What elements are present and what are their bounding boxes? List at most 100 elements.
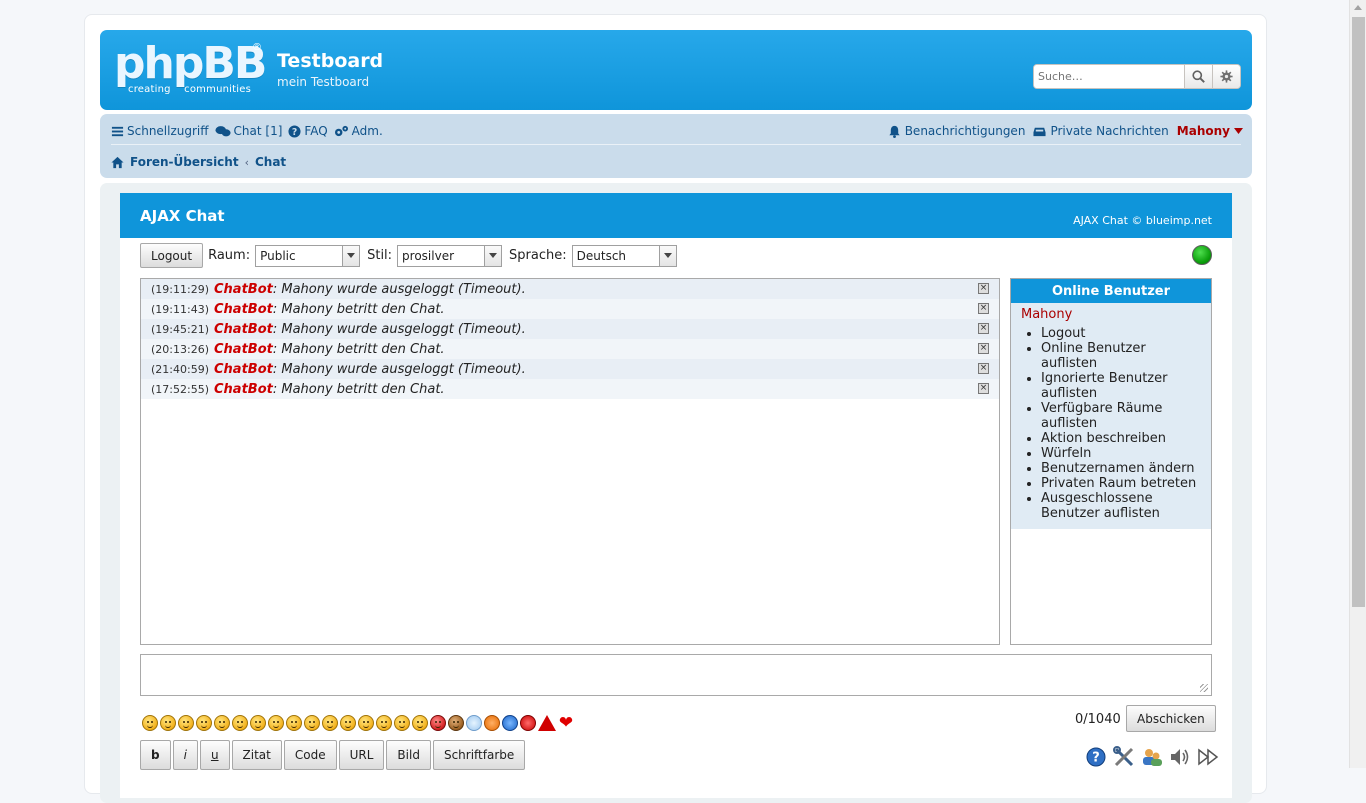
breadcrumb-home[interactable]: Foren-Übersicht <box>130 155 239 169</box>
home-icon <box>111 156 124 168</box>
warning-icon[interactable] <box>538 715 556 731</box>
page-wrapper: phpBB ® creating communities Testboard m… <box>84 14 1267 803</box>
speaker-icon[interactable] <box>1169 746 1191 768</box>
language-select[interactable]: Deutsch <box>571 244 677 267</box>
message-time: (19:45:21) <box>151 322 209 336</box>
monkey-icon[interactable] <box>448 715 464 731</box>
send-button[interactable]: Abschicken <box>1126 705 1216 732</box>
user-menu-list: Logout Online Benutzer auflisten Ignorie… <box>1021 326 1201 521</box>
room-label: Raum: <box>208 248 251 263</box>
surprised-icon[interactable] <box>250 715 266 731</box>
exclamation-icon[interactable] <box>484 715 500 731</box>
code-button[interactable]: Code <box>283 740 337 770</box>
message-user[interactable]: ChatBot <box>214 282 273 297</box>
advanced-search-button[interactable] <box>1212 65 1240 88</box>
breadcrumb-current[interactable]: Chat <box>255 155 286 169</box>
scroll-thumb[interactable] <box>1352 17 1365 607</box>
delete-message-icon[interactable]: × <box>978 343 989 354</box>
question-icon[interactable] <box>502 715 518 731</box>
resize-grip-icon[interactable] <box>1200 684 1208 692</box>
chat-title: AJAX Chat <box>140 207 225 225</box>
autoscroll-icon[interactable] <box>1197 746 1219 768</box>
url-button[interactable]: URL <box>338 740 385 770</box>
image-button[interactable]: Bild <box>386 740 431 770</box>
style-select[interactable]: prosilver <box>397 244 503 267</box>
angry-icon[interactable] <box>376 715 392 731</box>
chat-link[interactable]: Chat [1] <box>214 124 282 138</box>
user-menu-item[interactable]: Aktion beschreiben <box>1041 431 1201 446</box>
message-user[interactable]: ChatBot <box>214 382 273 397</box>
faq-link[interactable]: ? FAQ <box>288 124 328 138</box>
cool-icon[interactable] <box>322 715 338 731</box>
heart-icon[interactable]: ❤ <box>558 715 574 732</box>
message-user[interactable]: ChatBot <box>214 322 273 337</box>
help-icon[interactable]: ? <box>1085 746 1107 768</box>
delete-message-icon[interactable]: × <box>978 383 989 394</box>
underline-button[interactable]: u <box>199 740 230 770</box>
user-menu-item[interactable]: Privaten Raum betreten <box>1041 476 1201 491</box>
online-list-icon[interactable] <box>1141 746 1163 768</box>
message-time: (21:40:59) <box>151 362 209 376</box>
admin-link-label: Adm. <box>351 124 383 138</box>
message-user[interactable]: ChatBot <box>214 362 273 377</box>
nerd-icon[interactable] <box>286 715 302 731</box>
logout-button[interactable]: Logout <box>140 243 204 268</box>
message-user[interactable]: ChatBot <box>214 342 273 357</box>
private-messages-link[interactable]: Private Nachrichten <box>1033 124 1169 138</box>
chat-message: (19:11:29) ChatBot : Mahony wurde ausgel… <box>141 279 999 299</box>
delete-message-icon[interactable]: × <box>978 363 989 374</box>
online-users-body: Mahony Logout Online Benutzer auflisten … <box>1011 303 1211 529</box>
cry-icon[interactable] <box>358 715 374 731</box>
bold-button[interactable]: b <box>140 740 171 770</box>
page-scrollbar[interactable] <box>1349 0 1366 768</box>
neutral-icon[interactable] <box>232 715 248 731</box>
tools-icon[interactable] <box>1113 746 1135 768</box>
chat-message: (21:40:59) ChatBot : Mahony wurde ausgel… <box>141 359 999 379</box>
user-menu-item[interactable]: Ignorierte Benutzer auflisten <box>1041 371 1201 401</box>
delete-message-icon[interactable]: × <box>978 323 989 334</box>
message-user[interactable]: ChatBot <box>214 302 273 317</box>
site-logo[interactable]: phpBB ® creating communities <box>114 40 267 100</box>
font-color-button[interactable]: Schriftfarbe <box>432 740 526 770</box>
scroll-up-icon[interactable] <box>1354 5 1362 10</box>
kiss-icon[interactable] <box>412 715 428 731</box>
hmm-icon[interactable] <box>268 715 284 731</box>
status-icon[interactable] <box>1192 245 1212 265</box>
chat-copyright[interactable]: AJAX Chat © blueimp.net <box>1073 214 1212 227</box>
devil-icon[interactable] <box>430 715 446 731</box>
online-user[interactable]: Mahony <box>1021 307 1201 322</box>
user-menu-item[interactable]: Logout <box>1041 326 1201 341</box>
user-menu-item[interactable]: Online Benutzer auflisten <box>1041 341 1201 371</box>
glasses-icon[interactable] <box>304 715 320 731</box>
inbox-icon <box>1033 127 1046 136</box>
smile-icon[interactable] <box>142 715 158 731</box>
user-menu-item[interactable]: Würfeln <box>1041 446 1201 461</box>
wink-icon[interactable] <box>178 715 194 731</box>
delete-message-icon[interactable]: × <box>978 303 989 314</box>
search-input[interactable] <box>1034 65 1184 88</box>
blush-icon[interactable] <box>394 715 410 731</box>
delete-message-icon[interactable]: × <box>978 283 989 294</box>
sad-icon[interactable] <box>160 715 176 731</box>
room-select[interactable]: Public <box>255 244 361 267</box>
user-menu-item[interactable]: Verfügbare Räume auflisten <box>1041 401 1201 431</box>
laugh-icon[interactable] <box>340 715 356 731</box>
grin-icon[interactable] <box>214 715 230 731</box>
search-button[interactable] <box>1184 65 1212 88</box>
stop-icon[interactable] <box>520 715 536 731</box>
chat-message: (19:45:21) ChatBot : Mahony wurde ausgel… <box>141 319 999 339</box>
italic-button[interactable]: i <box>172 740 198 770</box>
character-counter: 0/1040 <box>1075 712 1121 727</box>
message-input[interactable] <box>140 654 1212 696</box>
chat-message: (17:52:55) ChatBot : Mahony betritt den … <box>141 379 999 399</box>
user-menu-item[interactable]: Benutzernamen ändern <box>1041 461 1201 476</box>
nav-links: Schnellzugriff Chat [1] ? FAQ Adm. <box>111 124 383 138</box>
user-menu[interactable]: Mahony <box>1177 124 1243 138</box>
bulb-icon[interactable] <box>466 715 482 731</box>
user-menu-item[interactable]: Ausgeschlossene Benutzer auflisten <box>1041 491 1201 521</box>
tongue-icon[interactable] <box>196 715 212 731</box>
quick-links-menu[interactable]: Schnellzugriff <box>111 124 209 138</box>
notifications-link[interactable]: Benachrichtigungen <box>888 124 1025 138</box>
quote-button[interactable]: Zitat <box>231 740 282 770</box>
admin-link[interactable]: Adm. <box>334 124 383 138</box>
